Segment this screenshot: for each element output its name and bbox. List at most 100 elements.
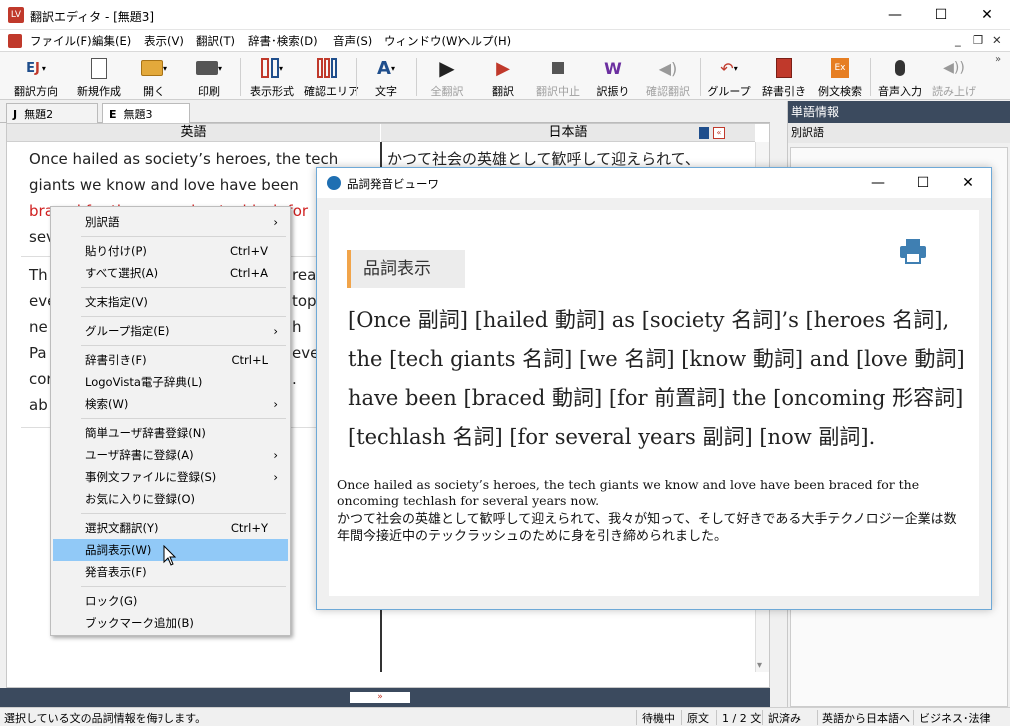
menu-item-group[interactable]: グループ指定(E) › bbox=[53, 320, 288, 342]
mdi-close-button[interactable]: ✕ bbox=[992, 33, 1002, 47]
status-separator bbox=[817, 710, 818, 725]
dictionary-icon bbox=[760, 55, 808, 81]
menu-item-logovista[interactable]: LogoVista電子辞典(L) bbox=[53, 371, 288, 393]
menu-translate[interactable]: 翻訳(T) bbox=[196, 33, 235, 49]
confirm-translation-button[interactable]: ◀) 確認翻訳 bbox=[640, 55, 696, 99]
translation-direction-button[interactable]: E J ▾ 翻訳方向 bbox=[8, 55, 64, 99]
translate-button[interactable]: ▶ 翻訳 bbox=[480, 55, 526, 99]
pos-line: the [tech giants 名詞] [we 名詞] [know 動詞] a… bbox=[348, 347, 965, 371]
dialog-title: 品詞発音ビューワ bbox=[347, 177, 439, 191]
menu-dictionary[interactable]: 辞書･検索(D) bbox=[248, 33, 318, 49]
toolbar-label: 印刷 bbox=[198, 85, 220, 98]
menu-item-bookmark[interactable]: ブックマーク追加(B) bbox=[53, 612, 288, 634]
status-direction[interactable]: 英語から日本語へ bbox=[822, 710, 910, 726]
status-separator bbox=[762, 710, 763, 725]
close-button[interactable]: ✕ bbox=[964, 0, 1010, 30]
read-aloud-icon: ◀)) bbox=[943, 60, 965, 76]
toolbar-label: 読み上げ bbox=[932, 85, 976, 98]
window-title: 翻訳エディタ - [無題3] bbox=[30, 10, 155, 24]
furigana-button[interactable]: W 訳振り bbox=[592, 55, 634, 99]
toolbar-separator bbox=[240, 58, 241, 96]
menu-item-search[interactable]: 検索(W) › bbox=[53, 393, 288, 415]
scroll-down-icon[interactable]: ▾ bbox=[757, 660, 762, 671]
open-folder-icon: ▾ bbox=[134, 55, 174, 81]
menu-item-select-all[interactable]: すべて選択(A) Ctrl+A bbox=[53, 262, 288, 284]
toolbar: E J ▾ 翻訳方向 新規作成 ▾ 開く ▾ 印刷 ▾ 表示形式 確認エリア A ▾ … bbox=[0, 52, 1010, 100]
menu-item-label: 選択文翻訳(Y) bbox=[85, 521, 159, 535]
toolbar-label: 確認翻訳 bbox=[646, 85, 690, 98]
menu-item-example-file[interactable]: 事例文ファイルに登録(S) › bbox=[53, 466, 288, 488]
toolbar-separator bbox=[416, 58, 417, 96]
status-sentence-count: 1 / 2 文 bbox=[722, 712, 762, 725]
menu-file[interactable]: ファイル(F) bbox=[30, 33, 92, 49]
toolbar-overflow-icon[interactable]: » bbox=[995, 54, 1001, 65]
menu-item-sentence-end[interactable]: 文末指定(V) bbox=[53, 291, 288, 313]
three-columns-icon bbox=[304, 55, 350, 81]
menu-item-alternate[interactable]: 別訳語 › bbox=[53, 211, 288, 233]
dialog-minimize-button[interactable]: — bbox=[855, 168, 901, 198]
menu-divider bbox=[81, 236, 286, 237]
menu-item-dictionary-lookup[interactable]: 辞書引き(F) Ctrl+L bbox=[53, 349, 288, 371]
dialog-close-button[interactable]: ✕ bbox=[945, 168, 991, 198]
toolbar-label: 確認エリア bbox=[304, 85, 359, 98]
pos-heading: 品詞表示 bbox=[347, 250, 465, 288]
menu-divider bbox=[81, 287, 286, 288]
menu-item-label: 別訳語 bbox=[85, 215, 120, 229]
status-mode: 原文 bbox=[687, 712, 709, 725]
font-button[interactable]: A ▾ 文字 bbox=[364, 55, 408, 99]
menu-voice[interactable]: 音声(S) bbox=[333, 33, 372, 49]
minimize-button[interactable]: — bbox=[872, 0, 918, 30]
menu-window[interactable]: ウィンドウ(W) bbox=[384, 33, 462, 49]
dialog-titlebar: 品詞発音ビューワ — ☐ ✕ bbox=[317, 168, 991, 198]
sync-icon[interactable] bbox=[699, 127, 709, 139]
translate-all-button[interactable]: ▶ 全翻訳 bbox=[424, 55, 470, 99]
status-translated: 訳済み bbox=[768, 712, 801, 725]
menu-item-translate-selection[interactable]: 選択文翻訳(Y) Ctrl+Y bbox=[53, 517, 288, 539]
dialog-maximize-button[interactable]: ☐ bbox=[900, 168, 946, 198]
dictionary-lookup-button[interactable]: 辞書引き bbox=[760, 55, 808, 99]
group-button[interactable]: ↶ ▾ グループ bbox=[704, 55, 754, 99]
new-button[interactable]: 新規作成 bbox=[72, 55, 126, 99]
chevron-right-icon: › bbox=[273, 470, 278, 484]
menu-item-paste[interactable]: 貼り付け(P) Ctrl+V bbox=[53, 240, 288, 262]
toolbar-label: 翻訳 bbox=[492, 85, 514, 98]
example-search-button[interactable]: Ex 例文検索 bbox=[814, 55, 866, 99]
display-format-button[interactable]: ▾ 表示形式 bbox=[244, 55, 300, 99]
expand-icon[interactable]: » bbox=[350, 692, 410, 703]
mdi-minimize-button[interactable]: _ bbox=[955, 33, 961, 47]
collapse-icon[interactable]: « bbox=[713, 127, 725, 139]
toolbar-label: 辞書引き bbox=[762, 85, 806, 98]
status-domain[interactable]: ビジネス･法律 bbox=[919, 710, 991, 726]
tab-untitled3[interactable]: E 無題3 bbox=[102, 103, 190, 124]
horizontal-splitter[interactable]: » bbox=[0, 688, 770, 707]
check-area-button[interactable]: 確認エリア bbox=[304, 55, 359, 99]
tab-prefix: J bbox=[13, 108, 18, 121]
tab-prefix: E bbox=[109, 108, 117, 121]
menu-item-favorites[interactable]: お気に入りに登録(O) bbox=[53, 488, 288, 510]
alternate-words-label: 別訳語 bbox=[788, 123, 1010, 143]
pos-viewer-dialog: 品詞発音ビューワ — ☐ ✕ 品詞表示 [Once 副詞] [hailed 動詞… bbox=[316, 167, 992, 610]
menu-item-label: 品詞表示(W) bbox=[85, 543, 152, 557]
menu-help[interactable]: ヘルプ(H) bbox=[459, 33, 511, 49]
status-separator bbox=[681, 710, 682, 725]
stop-translation-button[interactable]: 翻訳中止 bbox=[530, 55, 586, 99]
menu-item-easy-user-dict[interactable]: 簡単ユーザ辞書登録(N) bbox=[53, 422, 288, 444]
read-aloud-button[interactable]: ◀)) 読み上げ bbox=[928, 55, 980, 99]
maximize-button[interactable]: ☐ bbox=[918, 0, 964, 30]
open-button[interactable]: ▾ 開く bbox=[134, 55, 174, 99]
print-icon[interactable] bbox=[899, 238, 927, 264]
pos-line: [techlash 名詞] [for several years 副詞] [no… bbox=[348, 425, 876, 449]
tab-untitled2[interactable]: J 無題2 bbox=[6, 103, 98, 123]
menu-view[interactable]: 表示(V) bbox=[144, 33, 184, 49]
menu-divider bbox=[81, 316, 286, 317]
print-button[interactable]: ▾ 印刷 bbox=[186, 55, 232, 99]
toolbar-label: 文字 bbox=[375, 85, 397, 98]
menu-item-lock[interactable]: ロック(G) bbox=[53, 590, 288, 612]
columns-icon: ▾ bbox=[244, 55, 300, 81]
toolbar-separator bbox=[700, 58, 701, 96]
menu-edit[interactable]: 編集(E) bbox=[92, 33, 131, 49]
mdi-restore-button[interactable]: ❐ bbox=[973, 33, 983, 47]
voice-input-button[interactable]: 音声入力 bbox=[874, 55, 926, 99]
printer-icon: ▾ bbox=[186, 55, 232, 81]
menu-item-user-dict[interactable]: ユーザ辞書に登録(A) › bbox=[53, 444, 288, 466]
